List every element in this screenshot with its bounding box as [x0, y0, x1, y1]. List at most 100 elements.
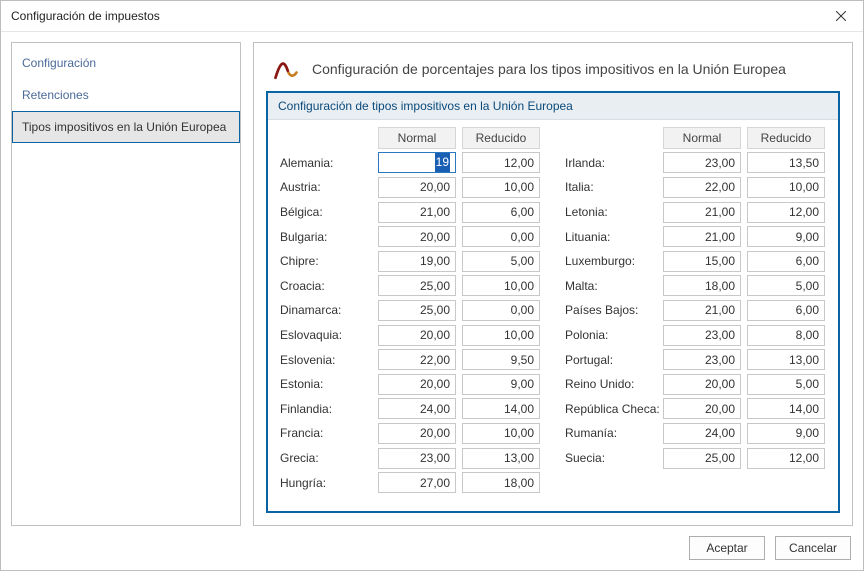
content-heading: Configuración de porcentajes para los ti… [312, 61, 786, 77]
eu-rates-panel: Configuración de tipos impositivos en la… [266, 91, 840, 513]
nav-item-configuracion[interactable]: Configuración [12, 47, 240, 79]
rate-normal-input-italia[interactable] [663, 177, 741, 198]
rate-reducido-input-francia[interactable] [462, 423, 540, 444]
rate-normal-input-estonia[interactable] [378, 374, 456, 395]
rate-reducido-input-belgica[interactable] [462, 202, 540, 223]
rate-reducido-input-hungria[interactable] [462, 472, 540, 493]
rate-normal-input-finlandia[interactable] [378, 398, 456, 419]
country-label-hungria: Hungría: [278, 476, 375, 490]
country-label-croacia: Croacia: [278, 279, 375, 293]
country-label-finlandia: Finlandia: [278, 402, 375, 416]
country-label-rumania: Rumanía: [563, 426, 660, 440]
rate-reducido-input-paises-bajos[interactable] [747, 300, 825, 321]
rate-normal-input-alemania[interactable]: 19 [378, 152, 456, 173]
rate-normal-input-reino-unido[interactable] [663, 374, 741, 395]
nav-item-tipos-eu[interactable]: Tipos impositivos en la Unión Europea [12, 111, 240, 143]
rate-reducido-input-reino-unido[interactable] [747, 374, 825, 395]
country-label-chipre: Chipre: [278, 254, 375, 268]
rate-row: Bélgica: [278, 200, 543, 225]
close-icon [836, 11, 846, 21]
rate-normal-input-lituania[interactable] [663, 226, 741, 247]
rate-normal-input-portugal[interactable] [663, 349, 741, 370]
rates-column-right: Normal Reducido Irlanda: Italia: Letonia: L… [563, 126, 828, 505]
rate-normal-input-letonia[interactable] [663, 202, 741, 223]
rate-reducido-input-croacia[interactable] [462, 275, 540, 296]
rate-row: Polonia: [563, 323, 828, 348]
rate-reducido-input-grecia[interactable] [462, 448, 540, 469]
col-header-normal: Normal [378, 127, 456, 149]
rate-row: Alemania:19 [278, 151, 543, 176]
rate-row: Italia: [563, 175, 828, 200]
rate-row: Irlanda: [563, 151, 828, 176]
rate-reducido-input-malta[interactable] [747, 275, 825, 296]
country-label-estonia: Estonia: [278, 377, 375, 391]
rate-reducido-input-austria[interactable] [462, 177, 540, 198]
rate-normal-input-luxemburgo[interactable] [663, 251, 741, 272]
rate-row: República Checa: [563, 397, 828, 422]
rate-normal-input-rumania[interactable] [663, 423, 741, 444]
rate-normal-input-grecia[interactable] [378, 448, 456, 469]
country-label-italia: Italia: [563, 180, 660, 194]
rate-reducido-input-irlanda[interactable] [747, 152, 825, 173]
rate-reducido-input-alemania[interactable] [462, 152, 540, 173]
rate-reducido-input-portugal[interactable] [747, 349, 825, 370]
rate-normal-input-suecia[interactable] [663, 448, 741, 469]
rate-reducido-input-finlandia[interactable] [462, 398, 540, 419]
rate-normal-input-polonia[interactable] [663, 325, 741, 346]
rate-row: Rumanía: [563, 421, 828, 446]
country-label-malta: Malta: [563, 279, 660, 293]
rate-normal-input-irlanda[interactable] [663, 152, 741, 173]
rate-reducido-input-dinamarca[interactable] [462, 300, 540, 321]
rate-reducido-input-rumania[interactable] [747, 423, 825, 444]
rate-reducido-input-chipre[interactable] [462, 251, 540, 272]
rate-normal-input-eslovenia[interactable] [378, 349, 456, 370]
rate-reducido-input-eslovenia[interactable] [462, 349, 540, 370]
country-label-lituania: Lituania: [563, 230, 660, 244]
rate-reducido-input-republica-checa[interactable] [747, 398, 825, 419]
rate-normal-input-dinamarca[interactable] [378, 300, 456, 321]
country-label-republica-checa: República Checa: [563, 402, 660, 416]
rate-reducido-input-luxemburgo[interactable] [747, 251, 825, 272]
rate-normal-input-francia[interactable] [378, 423, 456, 444]
rate-normal-input-republica-checa[interactable] [663, 398, 741, 419]
country-label-polonia: Polonia: [563, 328, 660, 342]
country-label-eslovenia: Eslovenia: [278, 353, 375, 367]
rate-row: Malta: [563, 274, 828, 299]
rate-normal-input-eslovaquia[interactable] [378, 325, 456, 346]
country-label-alemania: Alemania: [278, 156, 375, 170]
rate-reducido-input-polonia[interactable] [747, 325, 825, 346]
country-label-letonia: Letonia: [563, 205, 660, 219]
rate-normal-input-austria[interactable] [378, 177, 456, 198]
panel-title: Configuración de tipos impositivos en la… [268, 93, 838, 120]
rate-reducido-input-bulgaria[interactable] [462, 226, 540, 247]
col-header-normal: Normal [663, 127, 741, 149]
rate-normal-input-malta[interactable] [663, 275, 741, 296]
rate-row: Eslovaquia: [278, 323, 543, 348]
country-label-reino-unido: Reino Unido: [563, 377, 660, 391]
country-label-dinamarca: Dinamarca: [278, 303, 375, 317]
col-header-reducido: Reducido [747, 127, 825, 149]
rate-reducido-input-italia[interactable] [747, 177, 825, 198]
rate-reducido-input-letonia[interactable] [747, 202, 825, 223]
titlebar: Configuración de impuestos [1, 1, 863, 32]
rate-normal-input-croacia[interactable] [378, 275, 456, 296]
rate-normal-input-bulgaria[interactable] [378, 226, 456, 247]
close-button[interactable] [818, 1, 863, 31]
country-label-irlanda: Irlanda: [563, 156, 660, 170]
rate-normal-input-paises-bajos[interactable] [663, 300, 741, 321]
rate-normal-input-belgica[interactable] [378, 202, 456, 223]
tax-config-dialog: Configuración de impuestos Configuración… [0, 0, 864, 571]
accept-button[interactable]: Aceptar [689, 536, 765, 560]
rate-row: Letonia: [563, 200, 828, 225]
rate-normal-input-hungria[interactable] [378, 472, 456, 493]
rate-reducido-input-lituania[interactable] [747, 226, 825, 247]
rate-reducido-input-estonia[interactable] [462, 374, 540, 395]
country-label-luxemburgo: Luxemburgo: [563, 254, 660, 268]
rate-row: Bulgaria: [278, 224, 543, 249]
rate-reducido-input-eslovaquia[interactable] [462, 325, 540, 346]
rate-normal-input-chipre[interactable] [378, 251, 456, 272]
cancel-button[interactable]: Cancelar [775, 536, 851, 560]
nav-item-retenciones[interactable]: Retenciones [12, 79, 240, 111]
rate-reducido-input-suecia[interactable] [747, 448, 825, 469]
country-label-suecia: Suecia: [563, 451, 660, 465]
